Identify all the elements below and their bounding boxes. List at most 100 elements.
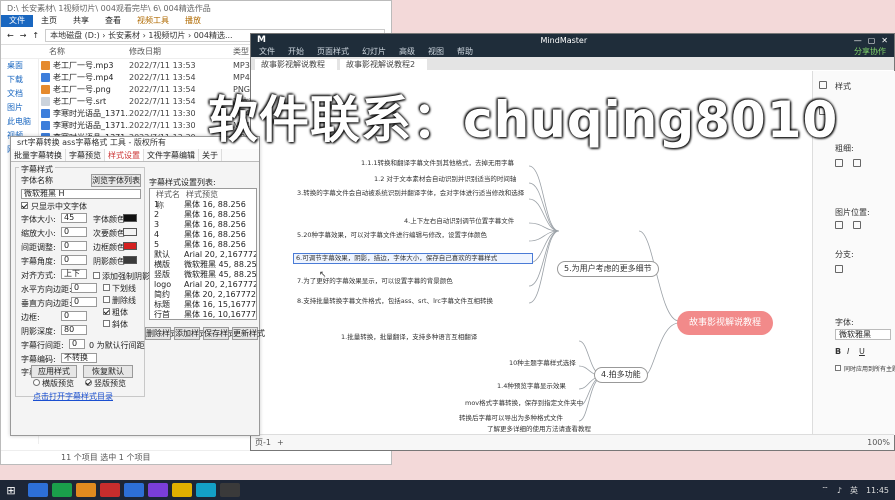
strikeout-checkbox[interactable] — [103, 296, 110, 303]
branch-topic[interactable]: 4.拍多功能 — [594, 367, 648, 383]
sidebar-item[interactable]: 文档 — [1, 87, 38, 101]
minimize-icon[interactable]: — — [854, 36, 862, 45]
fill-icon[interactable] — [853, 159, 861, 167]
image-right-icon[interactable] — [853, 221, 861, 229]
taskbar-app-icon[interactable] — [148, 483, 168, 497]
shadow-color-swatch[interactable] — [123, 256, 137, 264]
clock[interactable]: 11:45 — [866, 486, 889, 495]
shadow-input[interactable]: 80 — [61, 325, 87, 335]
italic-icon[interactable]: I — [847, 347, 849, 356]
tab-edit[interactable]: 文件字幕编辑 — [144, 149, 199, 161]
network-icon[interactable]: ⌔ — [821, 485, 829, 495]
open-style-folder-link[interactable]: 点击打开字幕样式目录 — [33, 391, 113, 402]
tab-play[interactable]: 播放 — [177, 15, 209, 27]
spacing-input[interactable]: 0 — [61, 241, 87, 251]
style-list-row[interactable]: 5 黑体 16, 88.256 — [150, 240, 256, 250]
column-date[interactable]: 修改日期 — [129, 46, 233, 57]
style-list-row[interactable]: logo Arial 20, 2,16777215 — [150, 280, 256, 290]
italic-checkbox[interactable] — [103, 320, 110, 327]
volume-icon[interactable]: ♪ — [837, 486, 842, 495]
style-list-row[interactable]: 横版 微软雅黑 45, 88.256 — [150, 260, 256, 270]
menu-view[interactable]: 视图 — [428, 46, 444, 57]
taskbar-app-icon[interactable] — [172, 483, 192, 497]
chinese-font-checkbox[interactable] — [21, 202, 28, 209]
style-list-row[interactable]: 标题 黑体 16, 15,16777215 — [150, 300, 256, 310]
subtopic[interactable]: 1.4种预览字幕显示效果 — [497, 382, 566, 391]
tab-batch[interactable]: 批量字幕转换 — [11, 149, 66, 161]
align-select[interactable]: 上下 — [61, 269, 87, 279]
style-list-row[interactable]: 行首 黑体 16, 10,16777215 — [150, 310, 256, 320]
subtopic[interactable]: 1.2 对于文本素材会自动识别并识别适当的时间轴 — [374, 175, 516, 184]
menu-start[interactable]: 开始 — [288, 46, 304, 57]
subtopic[interactable]: 8.支持批量转换字幕文件格式，包括ass、srt、lrc字幕文件互相转换 — [297, 297, 529, 306]
update-style-button[interactable]: 更新样式 — [232, 327, 265, 340]
font-size-input[interactable]: 45 — [61, 213, 87, 223]
subtopic[interactable]: 了解更多详细的使用方法请查看教程 — [487, 425, 591, 434]
column-type[interactable]: 类型 — [233, 46, 249, 57]
subtopic[interactable]: mov格式字幕转换，保存到指定文件夹中 — [465, 399, 583, 408]
h-margin-input[interactable]: 0 — [71, 283, 97, 293]
back-arrow-icon[interactable]: ← — [7, 31, 14, 40]
subtopic[interactable]: 5.20种字幕效果，可以对字幕文件进行编辑与修改，设置字体颜色 — [297, 231, 529, 240]
subtopic[interactable]: 转换后字幕可以导出为多种格式文件 — [459, 414, 563, 423]
style-list-row[interactable]: 3 黑体 16, 88.256 — [150, 220, 256, 230]
outline-input[interactable]: 0 — [61, 311, 87, 321]
apply-style-button[interactable]: 应用样式 — [31, 365, 77, 378]
maximize-icon[interactable]: ▢ — [868, 36, 876, 45]
outline-color-swatch[interactable] — [123, 242, 137, 250]
branch-topic[interactable]: 5.为用户考虑的更多细节 — [557, 261, 659, 277]
column-name[interactable]: 名称 — [49, 46, 129, 57]
portrait-radio[interactable] — [85, 379, 92, 386]
taskbar-app-icon[interactable] — [28, 483, 48, 497]
style-list-row[interactable]: 简约 黑体 20, 2,16777215 — [150, 290, 256, 300]
v-margin-input[interactable]: 0 — [71, 297, 97, 307]
tab-view[interactable]: 查看 — [97, 15, 129, 27]
subtopic[interactable]: 10种主题字幕样式选择 — [509, 359, 576, 368]
menu-file[interactable]: 文件 — [259, 46, 275, 57]
angle-input[interactable]: 0 — [61, 255, 87, 265]
subtopic[interactable]: 1.批量转换，批量翻译，支持多种语言互相翻译 — [341, 333, 579, 342]
font-select[interactable]: 微软雅黑 — [835, 329, 891, 340]
doc-tab[interactable]: 故事影视解说教程2 — [340, 59, 428, 70]
subtopic-selected[interactable]: 6.可调节字幕效果，阴影，描边，字体大小，保存自己喜欢的字幕样式 — [293, 253, 533, 264]
forward-arrow-icon[interactable]: → — [20, 31, 27, 40]
delete-style-button[interactable]: 删除样式 — [145, 327, 178, 340]
close-icon[interactable]: ✕ — [881, 36, 888, 45]
zoom-level[interactable]: 100% — [867, 438, 890, 447]
subtopic[interactable]: 4.上下左右自动识别调节位置字幕文件 — [404, 217, 514, 226]
sidebar-item[interactable]: 图片 — [1, 101, 38, 115]
shape-icon[interactable] — [835, 159, 843, 167]
image-left-icon[interactable] — [835, 221, 843, 229]
menu-slides[interactable]: 幻灯片 — [362, 46, 386, 57]
font-name-input[interactable]: 微软雅黑 H — [21, 189, 141, 199]
sidebar-item[interactable]: 桌面 — [1, 59, 38, 73]
taskbar-app-icon[interactable] — [196, 483, 216, 497]
underline-icon[interactable]: U — [859, 347, 865, 356]
branch-style-icon[interactable] — [835, 265, 843, 273]
style-list-row[interactable]: 默认 Arial 20, 2,16777215 — [150, 250, 256, 260]
menu-advanced[interactable]: 高级 — [399, 46, 415, 57]
taskbar-app-icon[interactable] — [52, 483, 72, 497]
central-topic[interactable]: 故事影视解说教程 — [677, 311, 774, 335]
subtopic[interactable]: 7.为了更好的字幕效果显示，可以设置字幕的背景颜色 — [297, 277, 529, 286]
browse-fonts-button[interactable]: 浏览字体列表 — [91, 174, 141, 187]
start-button-icon[interactable]: ⊞ — [0, 484, 22, 497]
tab-file[interactable]: 文件 — [1, 15, 33, 27]
add-style-button[interactable]: 添加样式 — [174, 327, 207, 340]
taskbar-app-icon[interactable] — [100, 483, 120, 497]
secondary-color-swatch[interactable] — [123, 228, 137, 236]
force-shadow-checkbox[interactable] — [93, 272, 100, 279]
subtopic[interactable]: 1.1.1转换和翻译字幕文件到其他格式，去掉无用字幕 — [361, 159, 514, 168]
tab-share[interactable]: 共享 — [65, 15, 97, 27]
up-arrow-icon[interactable]: ↑ — [32, 31, 39, 40]
taskbar-app-icon[interactable] — [124, 483, 144, 497]
input-language[interactable]: 英 — [850, 485, 858, 496]
tab-video-tools[interactable]: 视频工具 — [129, 15, 177, 27]
line-spacing-input[interactable]: 0 — [69, 339, 85, 349]
tab-style[interactable]: 样式设置 — [105, 149, 144, 161]
subtopic[interactable]: 3.转换的字幕文件会自动被系统识别并翻译字体，会对字体进行适当修改和选择 — [297, 189, 529, 198]
apply-all-checkbox[interactable] — [835, 365, 841, 371]
share-button[interactable]: 分享协作 — [854, 46, 886, 57]
add-page-icon[interactable]: + — [277, 438, 284, 447]
save-style-button[interactable]: 保存样式 — [203, 327, 236, 340]
